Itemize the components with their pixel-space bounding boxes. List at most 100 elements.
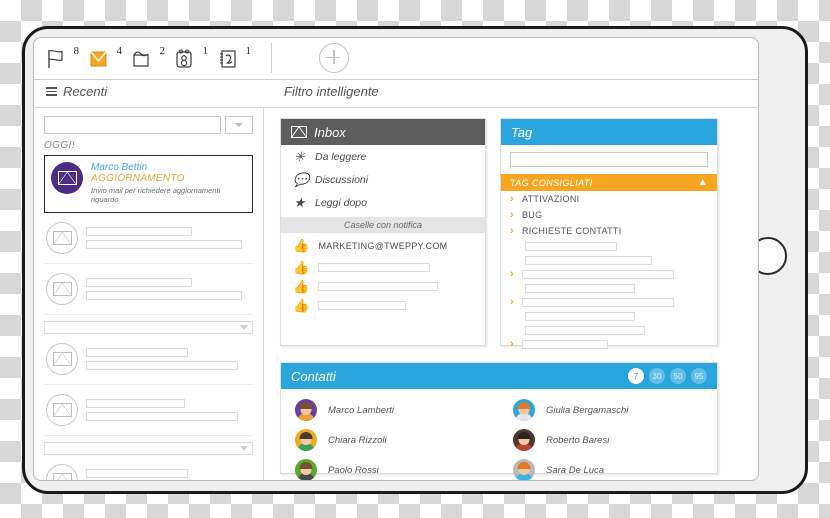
envelope-avatar-icon	[51, 162, 83, 194]
toolbar-icon-group: 8 4 2 1 1	[34, 42, 349, 75]
selected-mail-item[interactable]: Marco Bettin AGGIORNAMENTO Invio mail pe…	[44, 155, 253, 213]
status-badge[interactable]: 95	[691, 368, 707, 384]
placeholder-bar	[86, 227, 192, 236]
status-badge[interactable]: 30	[649, 368, 665, 384]
status-badge[interactable]: 7	[628, 368, 644, 384]
filtro-intelligente-heading: Filtro intelligente	[284, 84, 379, 99]
placeholder-bar	[525, 325, 645, 335]
tag-panel-header: Tag	[501, 119, 717, 145]
folder-icon	[133, 50, 149, 67]
list-item[interactable]: ›	[501, 267, 717, 281]
inbox-panel: Inbox ✳ Da leggere 💬 Discussioni ★ Leggi…	[280, 118, 486, 346]
notification-box-item[interactable]: 👍 MARKETING@TWEPPY.COM	[281, 233, 485, 258]
inbox-item-da-leggere[interactable]: ✳ Da leggere	[281, 145, 485, 168]
contact-item[interactable]: Sara De Luca	[499, 457, 717, 480]
mail-subject: AGGIORNAMENTO	[91, 173, 185, 184]
toolbar-contacts-button[interactable]: 1	[216, 43, 252, 75]
list-item[interactable]	[44, 385, 253, 436]
list-item[interactable]	[44, 264, 253, 315]
list-item[interactable]	[44, 455, 253, 480]
list-dropdown[interactable]	[44, 321, 253, 334]
mail-sender: Marco Bettin	[91, 162, 148, 173]
toolbar-contacts-count: 1	[245, 44, 252, 57]
star-icon: ★	[293, 195, 306, 210]
placeholder-bar	[86, 361, 239, 370]
tag-item-bug[interactable]: › BUG	[501, 207, 717, 223]
avatar	[295, 459, 317, 480]
list-item[interactable]	[501, 309, 717, 323]
placeholder-bar	[525, 255, 652, 265]
inbox-item-leggi-dopo[interactable]: ★ Leggi dopo	[281, 191, 485, 214]
thumb-icon: 👍	[293, 238, 310, 253]
toolbar-mail-button[interactable]: 4	[87, 43, 123, 75]
contacts-list: Marco Lamberti Giulia Bergamaschi Chiara…	[281, 389, 717, 480]
envelope-icon	[46, 464, 78, 480]
chevron-right-icon: ›	[510, 267, 514, 280]
toolbar-folder-button[interactable]: 2	[130, 43, 166, 75]
tag-item-richieste-contatti[interactable]: › RICHIESTE CONTATTI	[501, 223, 717, 239]
placeholder-bar	[86, 399, 185, 408]
envelope-icon	[90, 51, 107, 66]
toolbar-calendar-count: 1	[202, 44, 209, 57]
list-item[interactable]	[501, 281, 717, 295]
list-item[interactable]	[44, 213, 253, 264]
placeholder-bar	[525, 241, 617, 251]
toolbar-mail-count: 4	[116, 44, 123, 57]
tag-item-label: BUG	[521, 210, 543, 220]
plus-circle-icon[interactable]	[319, 42, 349, 73]
inbox-item-discussioni[interactable]: 💬 Discussioni	[281, 168, 485, 191]
placeholder-bar	[86, 412, 239, 421]
list-item[interactable]: ›	[501, 337, 717, 351]
list-item[interactable]	[501, 253, 717, 267]
avatar	[513, 459, 535, 480]
tag-item-attivazioni[interactable]: › ATTIVAZIONI	[501, 191, 717, 207]
chevron-up-icon[interactable]: ▲	[698, 177, 708, 188]
placeholder-bar	[86, 348, 189, 357]
mail-preview: Invio mail per richiedere aggiornamenti …	[91, 186, 221, 204]
chevron-down-icon[interactable]	[225, 116, 253, 134]
placeholder-bar	[86, 278, 192, 287]
recenti-heading[interactable]: Recenti	[46, 84, 107, 99]
placeholder-bar	[521, 297, 674, 307]
envelope-icon	[291, 126, 307, 138]
chevron-right-icon: ›	[510, 192, 514, 205]
contacts-book-icon	[220, 49, 236, 68]
list-item[interactable]	[501, 323, 717, 337]
placeholder-bar	[521, 339, 608, 349]
toolbar-flag-button[interactable]: 8	[44, 43, 80, 75]
contact-item[interactable]: Roberto Baresi	[499, 427, 717, 453]
contacts-title: Contatti	[291, 368, 336, 384]
chevron-right-icon: ›	[510, 295, 514, 308]
list-item[interactable]: 👍	[281, 277, 485, 296]
contact-item[interactable]: Paolo Rossi	[281, 457, 499, 480]
contacts-panel-header: Contatti 7 30 50 95	[281, 363, 717, 389]
contact-item[interactable]: Giulia Bergamaschi	[499, 397, 717, 423]
list-item[interactable]: 👍	[281, 258, 485, 277]
tag-search-input[interactable]	[510, 152, 708, 167]
inbox-item-label: Da leggere	[315, 150, 367, 163]
thumb-icon: 👍	[293, 260, 310, 275]
tag-suggested-bar[interactable]: TAG CONSIGLIATI ▲	[501, 174, 717, 191]
contacts-badge-group: 7 30 50 95	[628, 368, 707, 384]
contact-name: Paolo Rossi	[328, 464, 379, 476]
avatar	[295, 429, 317, 451]
envelope-icon	[46, 394, 78, 426]
list-item[interactable]	[44, 334, 253, 385]
list-dropdown[interactable]	[44, 442, 253, 455]
status-badge[interactable]: 50	[670, 368, 686, 384]
search-input[interactable]	[44, 116, 221, 134]
list-item[interactable]: 👍	[281, 296, 485, 315]
contact-item[interactable]: Chiara Rizzoli	[281, 427, 499, 453]
asterisk-icon: ✳	[294, 149, 305, 164]
date-group-label: OGGI!	[44, 140, 75, 151]
hamburger-icon[interactable]	[46, 85, 57, 98]
list-item[interactable]: ›	[501, 295, 717, 309]
thumb-icon: 👍	[293, 298, 310, 313]
list-item[interactable]	[501, 239, 717, 253]
tag-panel: Tag TAG CONSIGLIATI ▲ › ATTIVAZIONI › BU…	[500, 118, 718, 349]
toolbar-divider	[271, 42, 272, 73]
tablet-screen: 8 4 2 1 1 Recenti Filtro intelligente OG…	[33, 37, 759, 481]
contact-item[interactable]: Marco Lamberti	[281, 397, 499, 423]
chevron-right-icon: ›	[510, 337, 514, 350]
toolbar-calendar-button[interactable]: 1	[173, 43, 209, 75]
